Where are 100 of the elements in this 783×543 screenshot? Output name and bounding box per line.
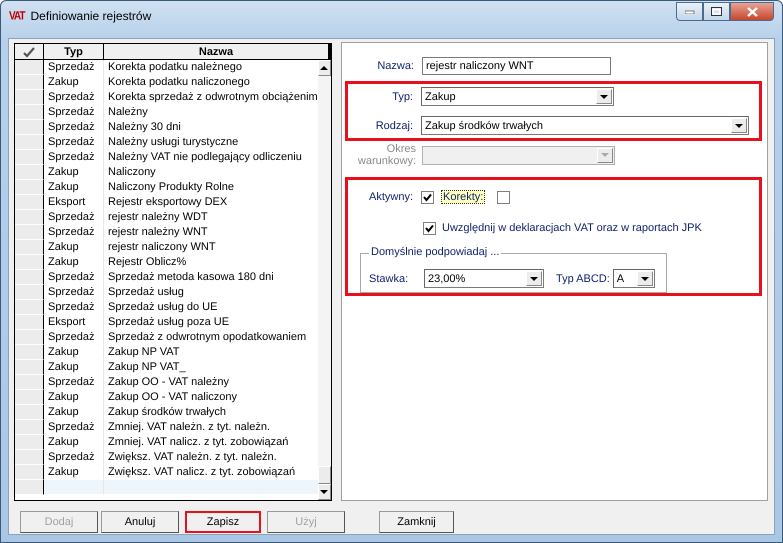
table-cell[interactable]: Zakup OO - VAT należny — [104, 375, 318, 390]
row-indicator[interactable] — [15, 255, 44, 270]
table-cell[interactable]: Sprzedaż — [44, 450, 104, 465]
table-cell[interactable]: Naliczony — [104, 165, 318, 180]
checkbox-label[interactable]: Uwzględnij w deklaracjach VAT oraz w raportach JPK — [442, 222, 702, 234]
row-indicator[interactable] — [15, 165, 44, 180]
table-cell[interactable]: Zakup NP VAT_ — [104, 360, 318, 375]
table-cell[interactable]: Sprzedaż — [44, 120, 104, 135]
kind-dropdown[interactable]: Zakup środków trwałych — [421, 116, 749, 135]
table-cell[interactable]: Sprzedaż — [44, 60, 104, 75]
table-cell[interactable]: Korekta podatku należnego — [104, 60, 318, 75]
rate-dropdown[interactable]: 23,00% — [424, 269, 544, 288]
table-cell[interactable] — [44, 480, 104, 495]
row-indicator[interactable] — [15, 180, 44, 195]
maximize-button[interactable] — [703, 2, 730, 21]
row-indicator[interactable] — [15, 315, 44, 330]
row-indicator[interactable] — [15, 435, 44, 450]
dialog-button[interactable]: Zapisz — [185, 511, 261, 533]
table-cell[interactable]: Zmniej. VAT nalicz. z tyt. zobowiązań — [104, 435, 318, 450]
scrollbar[interactable] — [318, 60, 331, 500]
row-indicator[interactable] — [15, 60, 44, 75]
table-cell[interactable]: Rejestr Oblicz% — [104, 255, 318, 270]
table-cell[interactable]: rejestr należny WNT — [104, 225, 318, 240]
minimize-button[interactable] — [676, 2, 703, 21]
row-indicator[interactable] — [15, 135, 44, 150]
scroll-up-button[interactable] — [318, 60, 331, 76]
row-indicator[interactable] — [15, 345, 44, 360]
table-cell[interactable]: Sprzedaż usług — [104, 285, 318, 300]
row-indicator[interactable] — [15, 360, 44, 375]
table-cell[interactable]: Korekta sprzedaż z odwrotnym obciążenim — [104, 90, 318, 105]
row-indicator[interactable] — [15, 105, 44, 120]
scroll-down-button[interactable] — [318, 484, 331, 500]
table-cell[interactable]: Sprzedaż — [44, 135, 104, 150]
table-cell[interactable]: Sprzedaż usług do UE — [104, 300, 318, 315]
close-button[interactable] — [730, 2, 774, 21]
table-cell[interactable]: Naliczony Produkty Rolne — [104, 180, 318, 195]
table-cell[interactable]: Sprzedaż usług poza UE — [104, 315, 318, 330]
table-cell[interactable]: Zakup — [44, 240, 104, 255]
table-cell[interactable]: Sprzedaż — [44, 270, 104, 285]
table-cell[interactable]: Zakup — [44, 75, 104, 90]
table-cell[interactable]: Zakup — [44, 435, 104, 450]
table-cell[interactable]: Zakup środków trwałych — [104, 405, 318, 420]
table-cell[interactable]: rejestr naliczony WNT — [104, 240, 318, 255]
name-field[interactable]: rejestr naliczony WNT — [422, 57, 611, 75]
row-indicator[interactable] — [15, 450, 44, 465]
row-indicator[interactable] — [15, 150, 44, 165]
row-indicator[interactable] — [15, 285, 44, 300]
table-cell[interactable]: Zakup — [44, 165, 104, 180]
table-cell[interactable]: Zakup — [44, 180, 104, 195]
table-cell[interactable]: Sprzedaż — [44, 375, 104, 390]
table-cell[interactable]: Eksport — [44, 195, 104, 210]
table-cell[interactable]: Sprzedaż — [44, 300, 104, 315]
table-cell[interactable]: Sprzedaż — [44, 150, 104, 165]
abcd-dropdown[interactable]: A — [612, 269, 655, 288]
dialog-button[interactable]: Anuluj — [101, 511, 179, 533]
table-cell[interactable]: Sprzedaż — [44, 285, 104, 300]
table-cell[interactable]: Sprzedaż — [44, 225, 104, 240]
table-cell[interactable]: Zakup — [44, 360, 104, 375]
table-cell[interactable]: Należny usługi turystyczne — [104, 135, 318, 150]
column-header[interactable]: Typ — [44, 44, 104, 59]
table-cell[interactable]: Sprzedaż — [44, 330, 104, 345]
table-cell[interactable]: Sprzedaż z odwrotnym opodatkowaniem — [104, 330, 318, 345]
table-cell[interactable]: Zwiększ. VAT należn. z tyt. należn. — [104, 450, 318, 465]
table-cell[interactable]: Należny — [104, 105, 318, 120]
table-cell[interactable]: Sprzedaż — [44, 90, 104, 105]
row-indicator[interactable] — [15, 90, 44, 105]
table-cell[interactable]: Zakup — [44, 255, 104, 270]
row-indicator[interactable] — [15, 390, 44, 405]
row-indicator[interactable] — [15, 195, 44, 210]
checkbox-label[interactable]: Korekty: — [441, 190, 486, 204]
table-cell[interactable]: Sprzedaż — [44, 420, 104, 435]
table-cell[interactable]: Sprzedaż — [44, 210, 104, 225]
table-cell[interactable]: Należny VAT nie podlegający odliczeniu — [104, 150, 318, 165]
row-indicator[interactable] — [15, 375, 44, 390]
row-indicator[interactable] — [15, 465, 44, 480]
row-indicator[interactable] — [15, 405, 44, 420]
row-indicator[interactable] — [15, 300, 44, 315]
corrections-checkbox[interactable] — [497, 190, 510, 204]
table-cell[interactable]: rejestr należny WDT — [104, 210, 318, 225]
table-cell[interactable]: Eksport — [44, 315, 104, 330]
row-indicator[interactable] — [15, 330, 44, 345]
table-cell[interactable]: Sprzedaż — [44, 105, 104, 120]
table-cell[interactable]: Korekta podatku naliczonego — [104, 75, 318, 90]
active-checkbox[interactable] — [421, 190, 434, 204]
table-cell[interactable]: Zakup OO - VAT naliczony — [104, 390, 318, 405]
row-indicator[interactable] — [15, 270, 44, 285]
row-indicator[interactable] — [15, 240, 44, 255]
row-indicator[interactable] — [15, 210, 44, 225]
table-cell[interactable]: Rejestr eksportowy DEX — [104, 195, 318, 210]
table-cell[interactable]: Zakup — [44, 405, 104, 420]
row-indicator[interactable] — [15, 120, 44, 135]
include-checkbox[interactable] — [423, 222, 436, 234]
table-cell[interactable]: Zakup — [44, 345, 104, 360]
row-indicator[interactable] — [15, 480, 44, 495]
table-cell[interactable]: Sprzedaż metoda kasowa 180 dni — [104, 270, 318, 285]
close-dialog-button[interactable]: Zamknij — [379, 511, 454, 533]
scroll-thumb[interactable] — [318, 466, 331, 484]
table-cell[interactable]: Zakup NP VAT — [104, 345, 318, 360]
table-cell[interactable]: Należny 30 dni — [104, 120, 318, 135]
table-cell[interactable]: Zmniej. VAT należn. z tyt. należn. — [104, 420, 318, 435]
